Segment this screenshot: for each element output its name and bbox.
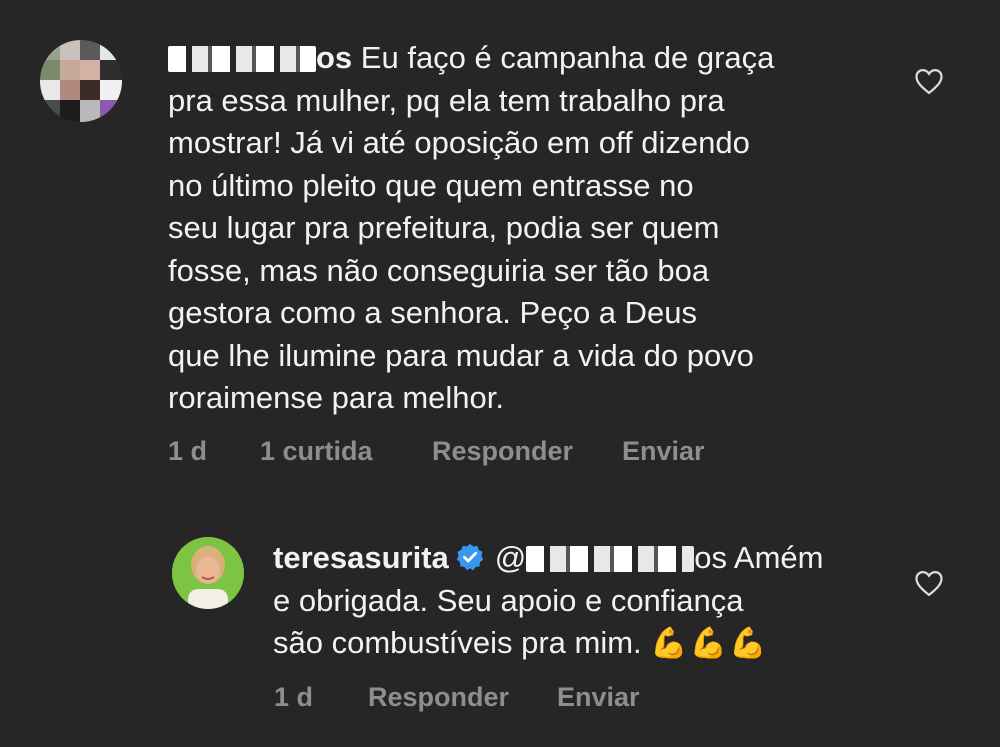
- mention-link[interactable]: @ os: [495, 540, 727, 575]
- comment-text: os Eu faço é campanha de graça pra essa …: [168, 37, 888, 420]
- comment-text: teresasurita @ os Amém e obrigada. Seu apo…: [273, 537, 893, 666]
- comment-time: 1 d: [168, 436, 208, 466]
- reply-button[interactable]: Responder: [432, 436, 573, 467]
- heart-outline-icon[interactable]: [914, 67, 944, 95]
- redacted-mention: [526, 546, 695, 572]
- comment-username[interactable]: teresasurita: [273, 540, 449, 575]
- likes-count[interactable]: 1 curtida: [260, 436, 373, 467]
- avatar[interactable]: [40, 40, 122, 122]
- comment-username[interactable]: os: [168, 40, 352, 75]
- comment-body: Eu faço é campanha de graça pra essa mul…: [168, 40, 775, 415]
- comment-actions: 1 d 1 curtida Responder Enviar: [0, 436, 1000, 470]
- heart-outline-icon[interactable]: [914, 569, 944, 597]
- reply-button[interactable]: Responder: [368, 682, 509, 713]
- comment-time: 1 d: [274, 682, 314, 712]
- pixelated-avatar-image: [40, 40, 122, 122]
- flexed-biceps-emoji: 💪💪💪: [650, 627, 769, 660]
- send-button[interactable]: Enviar: [622, 436, 705, 467]
- avatar[interactable]: [172, 537, 244, 609]
- redacted-username: [168, 46, 316, 72]
- verified-badge-icon: [456, 543, 483, 571]
- profile-photo: [172, 537, 244, 609]
- comment-actions: 1 d Responder Enviar: [0, 682, 1000, 716]
- send-button[interactable]: Enviar: [557, 682, 640, 713]
